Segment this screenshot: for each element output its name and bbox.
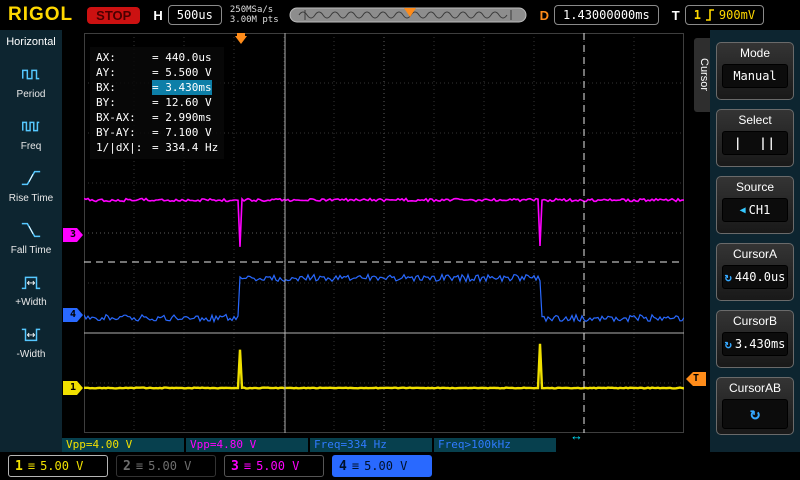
left-menu-item-label: Fall Time <box>10 245 52 256</box>
rigol-logo: RIGOL <box>8 4 74 25</box>
delay-label: D <box>539 7 550 23</box>
left-menu-item-pwidth[interactable]: +Width <box>15 271 47 308</box>
cursor-a-select-icon: | <box>734 136 743 150</box>
channel-number: 2 <box>123 458 131 474</box>
left-menu: Horizontal Period Freq Rise Time Fall Ti… <box>0 30 62 452</box>
left-menu-item-nwidth[interactable]: -Width <box>16 323 46 360</box>
rising-edge-icon <box>705 9 714 21</box>
fall-time-icon <box>21 222 41 238</box>
cursor-row-ay: AY: = 5.500 V <box>96 66 212 79</box>
measurement-vpp-ch3[interactable]: Vpp=4.80 V <box>186 438 308 452</box>
trigger-source-channel: 1 <box>693 8 701 22</box>
menu-button-label: CursorAB <box>728 381 781 395</box>
memory-position-scrollbar[interactable] <box>289 5 527 25</box>
freq-icon <box>22 121 40 132</box>
cursor-row-ax: AX: = 440.0us <box>96 51 212 64</box>
left-menu-item-freq[interactable]: Freq <box>17 115 45 152</box>
right-menu: Mode Manual Select | || Source ◀ CH1 Cur… <box>710 30 800 452</box>
delay-value[interactable]: 1.43000000ms <box>554 5 659 25</box>
trigger-level-value: 900mV <box>718 8 756 22</box>
cursor-row-by: BY: = 12.60 V <box>96 96 212 109</box>
channel-number: 4 <box>339 458 347 474</box>
measurement-vpp-ch1[interactable]: Vpp=4.00 V <box>62 438 184 452</box>
left-menu-item-label: Freq <box>20 141 42 152</box>
top-bar: RIGOL STOP H 500us 250MSa/s 3.00M pts D … <box>0 0 800 30</box>
trigger-level-marker[interactable]: T <box>686 372 706 386</box>
channel-number: 1 <box>15 458 23 474</box>
cursor-b-drag-icon[interactable]: ↔ <box>570 428 583 443</box>
sample-rate-info: 250MSa/s 3.00M pts <box>229 5 279 25</box>
channel-status-bar: 1 ≡ 5.00 V 2 ≡ 5.00 V 3 ≡ 5.00 V 4 ≡ 5.0… <box>0 452 800 480</box>
menu-button-label: Source <box>735 180 775 194</box>
horizontal-label: H <box>153 7 163 23</box>
channel-3-offset-marker[interactable]: 3 <box>63 228 83 242</box>
left-menu-title: Horizontal <box>6 36 56 48</box>
cursor-row-bxax: BX-AX: = 2.990ms <box>96 111 212 124</box>
left-menu-item-rise-time[interactable]: Rise Time <box>9 167 53 204</box>
cursor-row-bx: BX: = 3.430ms <box>96 80 212 95</box>
menu-button-cursor-b[interactable]: CursorB ↻ 3.430ms <box>716 310 794 368</box>
menu-button-cursor-ab[interactable]: CursorAB ↻ <box>716 377 794 435</box>
menu-button-select[interactable]: Select | || <box>716 109 794 167</box>
measurement-freq-ch4[interactable]: Freq=334 Hz <box>310 438 432 452</box>
channel-2-status[interactable]: 2 ≡ 5.00 V <box>116 455 216 477</box>
dc-coupling-icon: ≡ <box>351 459 360 473</box>
source-value: CH1 <box>748 203 771 217</box>
cursor-menu-tab[interactable]: Cursor <box>694 38 710 112</box>
menu-button-mode[interactable]: Mode Manual <box>716 42 794 100</box>
channel-1-status[interactable]: 1 ≡ 5.00 V <box>8 455 108 477</box>
menu-button-cursor-a[interactable]: CursorA ↻ 440.0us <box>716 243 794 301</box>
oscilloscope-screen: RIGOL STOP H 500us 250MSa/s 3.00M pts D … <box>0 0 800 480</box>
channel-scale: 5.00 V <box>364 459 408 473</box>
minus-width-icon <box>21 328 41 342</box>
prev-source-icon: ◀ <box>739 204 746 216</box>
trigger-settings-box[interactable]: 1 900mV <box>684 5 765 25</box>
left-menu-item-fall-time[interactable]: Fall Time <box>10 219 52 256</box>
channel-4-offset-marker[interactable]: 4 <box>63 308 83 322</box>
plus-width-icon <box>21 276 41 290</box>
menu-button-label: CursorA <box>732 247 777 261</box>
cursor-a-value: 440.0us <box>734 270 786 284</box>
measurement-strip: Vpp=4.00 V Vpp=4.80 V Freq=334 Hz Freq>1… <box>62 438 556 452</box>
channel-1-offset-marker[interactable]: 1 <box>63 381 83 395</box>
left-menu-item-label: Period <box>16 89 46 100</box>
left-menu-item-period[interactable]: Period <box>16 63 46 100</box>
timebase-value[interactable]: 500us <box>167 5 222 25</box>
knob-rotate-icon: ↻ <box>724 270 732 284</box>
period-icon <box>22 69 40 80</box>
cursor-measurement-panel: AX: = 440.0us AY: = 5.500 V BX: = 3.430ms B… <box>90 47 225 159</box>
run-stop-status[interactable]: STOP <box>87 6 141 24</box>
menu-button-label: Select <box>738 113 772 127</box>
graticule: AX: = 440.0us AY: = 5.500 V BX: = 3.430ms B… <box>62 30 710 443</box>
dc-coupling-icon: ≡ <box>135 459 144 473</box>
measurement-freq-limit[interactable]: Freq>100kHz <box>434 438 556 452</box>
knob-rotate-icon: ↻ <box>724 337 732 351</box>
cursor-b-select-icon: || <box>759 136 776 150</box>
channel-scale: 5.00 V <box>148 459 192 473</box>
menu-button-source[interactable]: Source ◀ CH1 <box>716 176 794 234</box>
channel-number: 3 <box>231 458 239 474</box>
cursor-b-value: 3.430ms <box>734 337 786 351</box>
left-menu-item-label: +Width <box>15 297 47 308</box>
cursor-row-freq: 1/|dX|: = 334.4 Hz <box>96 141 219 154</box>
channel-scale: 5.00 V <box>256 459 300 473</box>
trigger-label: T <box>671 7 680 23</box>
dc-coupling-icon: ≡ <box>243 459 252 473</box>
channel-4-status[interactable]: 4 ≡ 5.00 V <box>332 455 432 477</box>
mode-value: Manual <box>733 69 777 83</box>
channel-3-status[interactable]: 3 ≡ 5.00 V <box>224 455 324 477</box>
cursor-row-byay: BY-AY: = 7.100 V <box>96 126 212 139</box>
channel-scale: 5.00 V <box>40 459 84 473</box>
knob-rotate-icon: ↻ <box>749 404 761 424</box>
left-menu-item-label: -Width <box>16 349 46 360</box>
menu-button-label: Mode <box>739 46 771 60</box>
dc-coupling-icon: ≡ <box>27 459 36 473</box>
rise-time-icon <box>21 170 41 186</box>
menu-button-label: CursorB <box>732 314 777 328</box>
left-menu-item-label: Rise Time <box>8 193 54 204</box>
